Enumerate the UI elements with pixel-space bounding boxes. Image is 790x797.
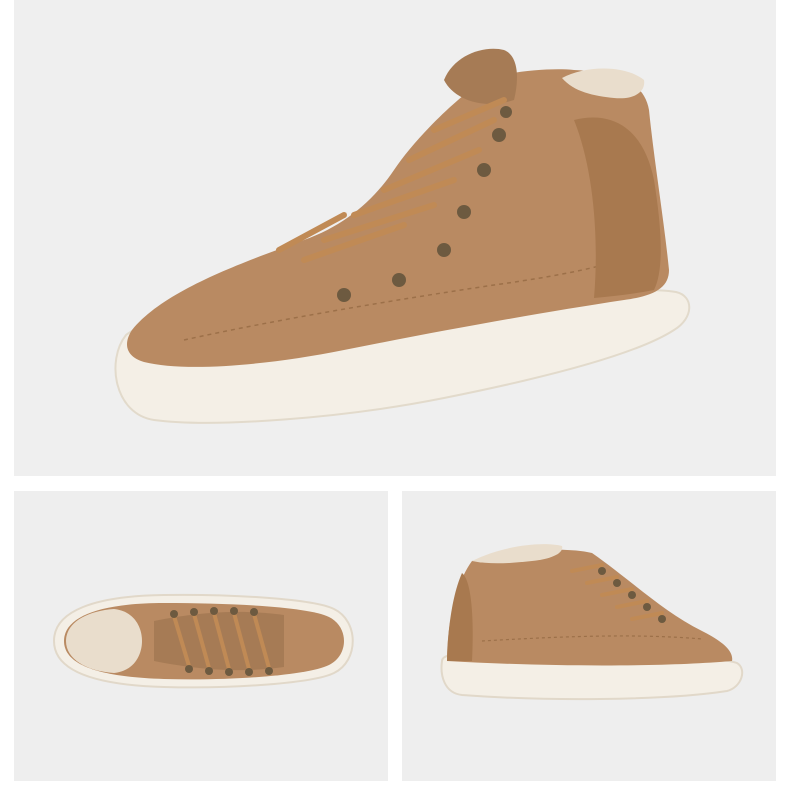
top-view-image	[14, 491, 388, 781]
shoe-outer-side-image	[440, 544, 744, 701]
main-product-image	[14, 0, 776, 476]
shoe-top-view-image	[52, 593, 354, 689]
side-view-image	[402, 491, 776, 781]
shoe-side-view-image	[114, 48, 691, 424]
